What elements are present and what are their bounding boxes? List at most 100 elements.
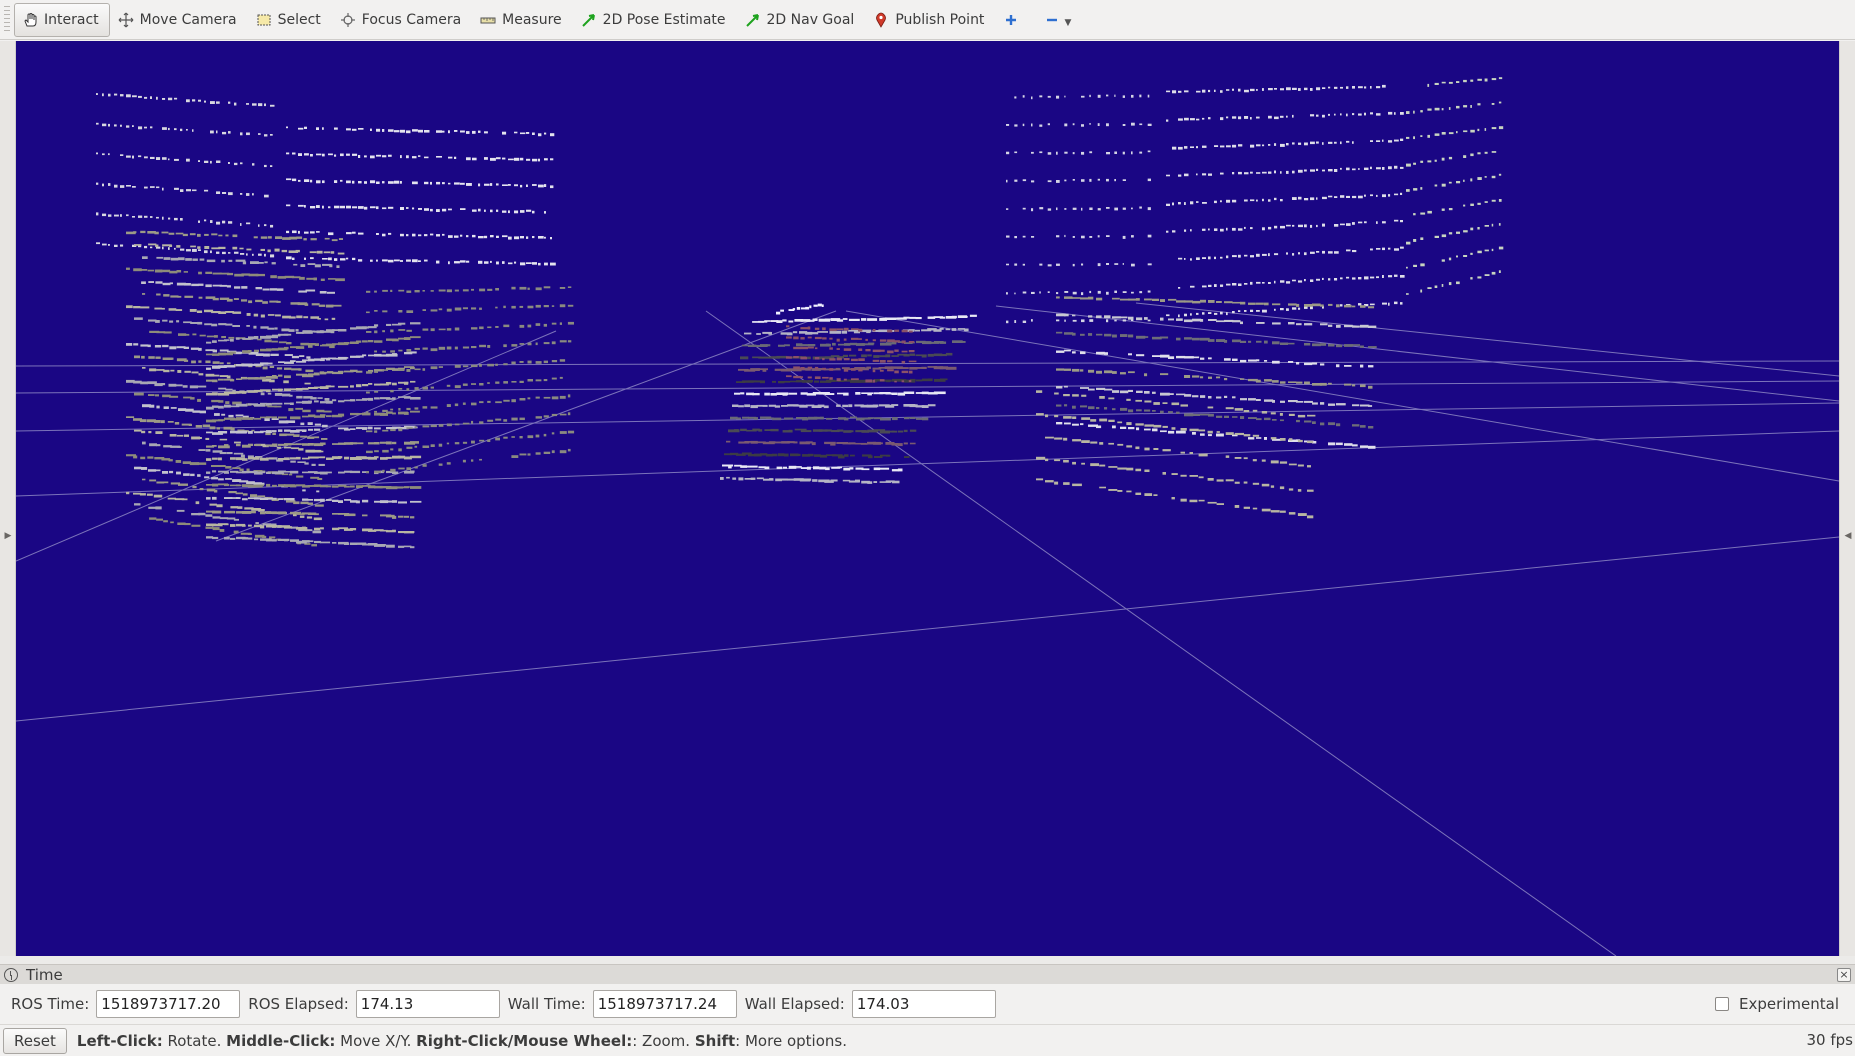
lidar-point xyxy=(775,478,782,482)
lidar-point xyxy=(302,498,309,501)
lidar-point xyxy=(161,307,165,310)
lidar-point xyxy=(1360,425,1366,428)
lidar-point xyxy=(1047,152,1052,155)
lidar-point xyxy=(1320,363,1325,366)
lidar-point xyxy=(132,155,134,159)
lidar-point xyxy=(535,416,542,419)
measure-tool-button[interactable]: Measure xyxy=(472,3,573,37)
lidar-point xyxy=(1360,324,1369,328)
lidar-point xyxy=(1310,114,1315,117)
lidar-point xyxy=(362,354,367,357)
lidar-point xyxy=(1114,179,1116,182)
add-tool-button[interactable] xyxy=(995,3,1036,37)
lidar-point xyxy=(356,500,360,504)
lidar-point xyxy=(829,377,833,380)
lidar-point xyxy=(422,464,427,467)
lidar-point xyxy=(551,305,555,307)
lidar-point xyxy=(1180,404,1188,407)
lidar-point xyxy=(1090,441,1098,444)
lidar-point xyxy=(184,523,191,526)
lidar-point xyxy=(284,346,289,350)
lidar-point xyxy=(502,157,506,160)
lidar-point xyxy=(1320,382,1327,386)
experimental-checkbox[interactable] xyxy=(1714,997,1729,1011)
lidar-point xyxy=(346,128,351,131)
publish-point-tool-button[interactable]: Publish Point xyxy=(865,3,995,37)
lidar-point xyxy=(422,386,428,390)
lidar-point xyxy=(543,360,548,364)
lidar-point xyxy=(1198,453,1208,457)
lidar-point xyxy=(544,132,547,135)
focus-camera-tool-button[interactable]: Focus Camera xyxy=(332,3,472,37)
lidar-point xyxy=(274,393,283,396)
lidar-point xyxy=(272,484,277,487)
wall-time-field[interactable] xyxy=(592,990,737,1018)
select-tool-button[interactable]: Select xyxy=(248,3,332,37)
lidar-point xyxy=(293,434,300,437)
lidar-point xyxy=(234,102,237,106)
lidar-point xyxy=(1220,145,1225,148)
lidar-point xyxy=(1256,310,1260,312)
lidar-point xyxy=(1238,116,1242,120)
lidar-point xyxy=(1286,115,1288,118)
lidar-point xyxy=(286,420,296,423)
lidar-point xyxy=(1240,321,1243,325)
lidar-point xyxy=(1400,220,1403,223)
lidar-point xyxy=(344,357,349,359)
lidar-point xyxy=(1304,343,1311,346)
left-dock-collapse-strip[interactable]: ▶ xyxy=(0,41,16,956)
lidar-point xyxy=(356,485,363,488)
lidar-point xyxy=(551,396,559,400)
lidar-point xyxy=(1147,207,1151,211)
lidar-point xyxy=(1063,482,1070,485)
right-dock-collapse-strip[interactable]: ◀ xyxy=(1839,41,1855,956)
lidar-point xyxy=(206,471,211,474)
lidar-point xyxy=(527,324,532,328)
lidar-point xyxy=(248,443,254,446)
lidar-point xyxy=(1312,303,1321,307)
ros-time-field[interactable] xyxy=(96,990,241,1018)
lidar-point xyxy=(901,360,906,364)
3d-render-viewport[interactable] xyxy=(16,41,1839,956)
lidar-point xyxy=(460,260,466,263)
lidar-point xyxy=(1232,301,1242,304)
lidar-point xyxy=(386,323,392,326)
lidar-point xyxy=(224,444,229,447)
lidar-point xyxy=(344,456,350,460)
lidar-point xyxy=(472,157,477,161)
lidar-point xyxy=(307,436,315,439)
lidar-point xyxy=(392,529,396,532)
lidar-point xyxy=(1316,87,1321,91)
dock-splitter[interactable] xyxy=(0,956,1855,964)
reset-button[interactable]: Reset xyxy=(3,1027,67,1054)
move-camera-tool-button[interactable]: Move Camera xyxy=(110,3,248,37)
lidar-point xyxy=(479,439,485,442)
lidar-point xyxy=(1270,485,1275,488)
lidar-point xyxy=(1304,323,1313,326)
lidar-point xyxy=(520,210,525,213)
lidar-point xyxy=(170,369,175,372)
lidar-point xyxy=(1352,325,1360,328)
wall-elapsed-field[interactable] xyxy=(851,990,996,1018)
lidar-point xyxy=(849,354,857,357)
lidar-point xyxy=(242,430,248,434)
remove-tool-button[interactable]: ▼ xyxy=(1036,3,1082,37)
interact-tool-button[interactable]: Interact xyxy=(14,2,110,37)
lidar-point xyxy=(873,467,881,471)
interact-tool-label: Interact xyxy=(44,11,99,28)
lidar-point xyxy=(1047,123,1050,126)
2d-nav-goal-tool-button[interactable]: 2D Nav Goal xyxy=(737,3,866,37)
ros-elapsed-field[interactable] xyxy=(355,990,500,1018)
lidar-point xyxy=(1180,498,1187,502)
lidar-point xyxy=(284,402,291,405)
lidar-point xyxy=(291,355,299,359)
lidar-point xyxy=(218,405,224,409)
toolbar-grip[interactable] xyxy=(4,5,10,34)
lidar-point xyxy=(1250,117,1252,120)
2d-pose-estimate-tool-button[interactable]: 2D Pose Estimate xyxy=(573,3,737,37)
experimental-toggle[interactable]: Experimental xyxy=(1714,985,1839,1023)
lidar-point xyxy=(770,393,777,396)
lidar-point xyxy=(1064,234,1066,238)
lidar-point xyxy=(1162,472,1166,475)
close-icon[interactable]: × xyxy=(1837,968,1851,982)
